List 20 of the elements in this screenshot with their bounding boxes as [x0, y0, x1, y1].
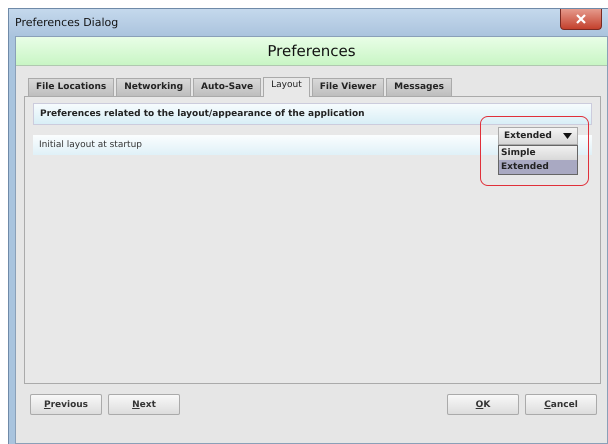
- close-button[interactable]: [560, 9, 602, 30]
- window-title: Preferences Dialog: [14, 16, 118, 29]
- dialog-button[interactable]: OK: [447, 394, 519, 415]
- close-icon: [576, 14, 586, 24]
- tab[interactable]: File Locations: [28, 78, 114, 96]
- tab[interactable]: Messages: [386, 78, 452, 96]
- tab[interactable]: Layout: [263, 77, 310, 97]
- dialog-button[interactable]: Cancel: [525, 394, 597, 415]
- nav-button[interactable]: Next: [108, 394, 180, 415]
- nav-button[interactable]: Previous: [30, 394, 102, 415]
- tab[interactable]: File Viewer: [312, 78, 384, 96]
- section-title: Preferences related to the layout/appearance of the application: [33, 103, 592, 125]
- dialog-header: Preferences: [267, 42, 356, 60]
- caret-icon: [563, 133, 572, 139]
- setting-label: Initial layout at startup: [39, 140, 142, 150]
- tab[interactable]: Networking: [116, 78, 192, 96]
- tab[interactable]: Auto-Save: [193, 78, 262, 96]
- layout-dropdown[interactable]: Extended: [498, 127, 578, 145]
- dropdown-option[interactable]: Simple: [499, 146, 577, 160]
- dropdown-option[interactable]: Extended: [499, 160, 577, 174]
